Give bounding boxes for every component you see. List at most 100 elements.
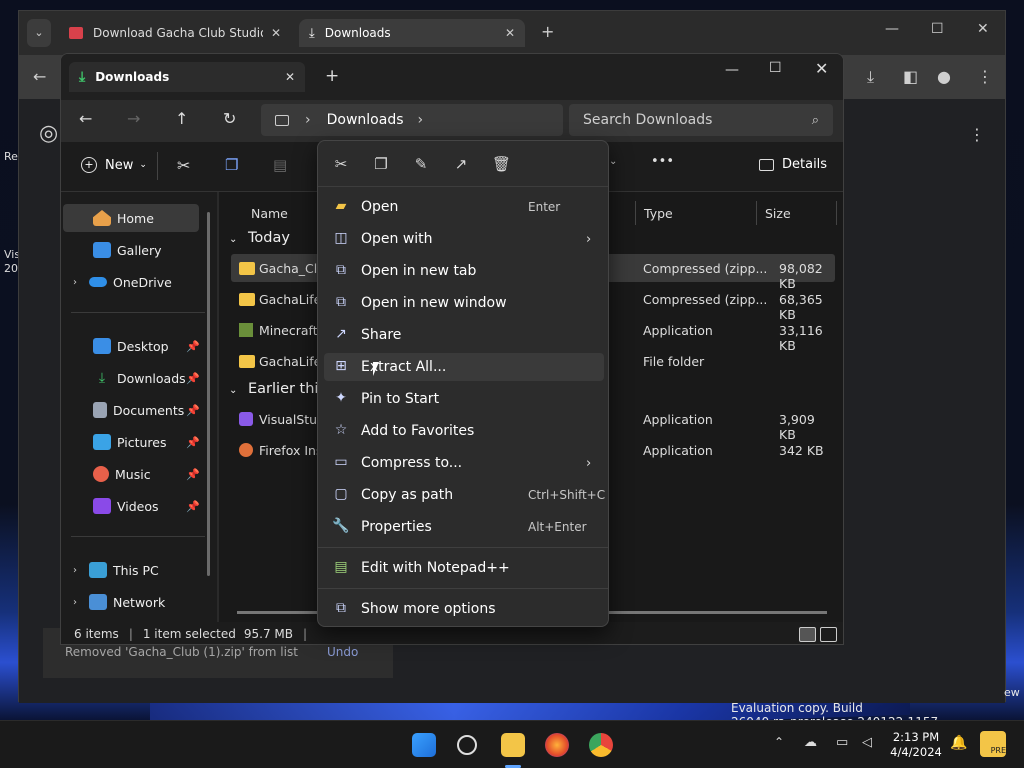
- pin-icon[interactable]: 📌: [186, 340, 200, 353]
- sidebar-item-videos[interactable]: Videos: [93, 492, 159, 520]
- sidebar-item-gallery[interactable]: Gallery: [93, 236, 162, 264]
- chevron-right-icon[interactable]: ›: [418, 112, 424, 128]
- up-icon[interactable]: ↑: [175, 109, 188, 128]
- group-today[interactable]: ⌄ Today: [229, 230, 290, 246]
- rename-icon[interactable]: ✎: [412, 155, 430, 173]
- sidebar-item-thispc[interactable]: › This PC: [73, 556, 159, 584]
- copy-icon[interactable]: ❐: [225, 156, 238, 174]
- cut-icon[interactable]: ✂: [177, 156, 190, 175]
- chevron-up-icon[interactable]: ⌃: [774, 735, 784, 749]
- refresh-icon[interactable]: ↻: [223, 109, 236, 128]
- pin-icon[interactable]: 📌: [186, 372, 200, 385]
- menu-item-edit-notepadpp[interactable]: ▤ Edit with Notepad++: [324, 554, 604, 582]
- chevron-down-icon: ⌄: [229, 234, 238, 245]
- maximize-icon[interactable]: ☐: [931, 21, 944, 37]
- forward-icon[interactable]: →: [127, 109, 140, 128]
- address-bar[interactable]: › Downloads ›: [261, 104, 563, 136]
- pane-divider[interactable]: [217, 192, 219, 622]
- minimize-icon[interactable]: —: [725, 62, 739, 78]
- sidebar-item-desktop[interactable]: Desktop: [93, 332, 169, 360]
- delete-icon[interactable]: 🗑: [492, 155, 511, 173]
- breadcrumb-downloads[interactable]: Downloads: [327, 112, 404, 128]
- chevron-right-icon[interactable]: ›: [73, 597, 77, 608]
- cloud-icon[interactable]: ☁: [804, 735, 817, 750]
- close-icon[interactable]: ✕: [505, 26, 515, 40]
- chevron-down-icon[interactable]: ⌄: [609, 156, 617, 167]
- menu-item-open[interactable]: ▰ Open Enter: [324, 193, 604, 221]
- sidebar-item-onedrive[interactable]: › OneDrive: [73, 268, 172, 296]
- firefox-icon[interactable]: [545, 733, 569, 757]
- chrome-tab-gacha[interactable]: Download Gacha Club Studio b ✕: [59, 19, 291, 47]
- chrome-icon[interactable]: [589, 733, 613, 757]
- close-window-icon[interactable]: ✕: [977, 21, 989, 37]
- notification-bell-icon[interactable]: 🔔: [950, 735, 967, 751]
- new-button[interactable]: + New ⌄: [81, 157, 147, 173]
- close-icon[interactable]: ✕: [271, 26, 281, 40]
- chevron-right-icon[interactable]: ›: [73, 565, 77, 576]
- menu-item-properties[interactable]: 🔧 Properties Alt+Enter: [324, 513, 604, 541]
- close-window-icon[interactable]: ✕: [815, 59, 828, 78]
- back-icon[interactable]: ←: [33, 67, 46, 86]
- volume-icon[interactable]: ◁: [862, 735, 872, 750]
- sidebar-item-downloads[interactable]: ⤓ Downloads: [93, 364, 186, 392]
- menu-item-pin-to-start[interactable]: ✦ Pin to Start: [324, 385, 604, 413]
- pin-icon[interactable]: 📌: [186, 468, 200, 481]
- new-tab-icon[interactable]: +: [541, 22, 554, 41]
- maximize-icon[interactable]: ☐: [769, 60, 782, 76]
- back-icon[interactable]: ←: [79, 109, 92, 128]
- side-panel-icon[interactable]: ◧: [903, 67, 918, 86]
- search-input[interactable]: Search Downloads ⌕: [569, 104, 833, 136]
- tab-search-button[interactable]: ⌄: [27, 19, 51, 47]
- menu-item-show-more-options[interactable]: ⧉ Show more options: [324, 595, 604, 623]
- extract-icon: ⊞: [335, 358, 347, 374]
- pin-icon[interactable]: 📌: [186, 404, 200, 417]
- menu-item-open-with[interactable]: ◫ Open with ›: [324, 225, 604, 253]
- network-icon[interactable]: ▭: [836, 735, 848, 750]
- sidebar-item-home[interactable]: Home: [93, 204, 154, 232]
- paste-icon[interactable]: ▤: [273, 156, 287, 174]
- sidebar-item-documents[interactable]: Documents: [93, 396, 184, 424]
- pin-icon[interactable]: 📌: [186, 436, 200, 449]
- status-separator: |: [303, 627, 308, 641]
- column-header-type[interactable]: Type: [635, 201, 757, 225]
- menu-item-copy-as-path[interactable]: ▢ Copy as path Ctrl+Shift+C: [324, 481, 605, 509]
- start-icon[interactable]: [412, 733, 436, 757]
- menu-item-open-new-window[interactable]: ⧉ Open in new window: [324, 289, 604, 317]
- sidebar-item-pictures[interactable]: Pictures: [93, 428, 167, 456]
- share-icon[interactable]: ↗: [452, 155, 470, 173]
- more-options-button[interactable]: •••: [651, 154, 674, 169]
- undo-button[interactable]: Undo: [327, 645, 358, 659]
- menu-item-open-new-tab[interactable]: ⧉ Open in new tab: [324, 257, 604, 285]
- downloads-icon[interactable]: ⤓: [867, 67, 874, 87]
- copy-icon[interactable]: ❐: [372, 155, 390, 173]
- chevron-right-icon[interactable]: ›: [73, 277, 77, 288]
- profile-icon[interactable]: ●: [937, 67, 951, 86]
- more-options-icon: ⧉: [336, 600, 346, 616]
- pin-icon[interactable]: 📌: [186, 500, 200, 513]
- search-icon[interactable]: [457, 735, 477, 755]
- chrome-tab-downloads[interactable]: ⤓ Downloads ✕: [299, 19, 525, 47]
- insider-badge-icon[interactable]: PRE: [980, 731, 1006, 757]
- details-view-button[interactable]: [799, 627, 816, 642]
- sidebar-scrollbar[interactable]: [207, 212, 210, 576]
- notification-message: Removed 'Gacha_Club (1).zip' from list: [65, 645, 298, 659]
- system-clock[interactable]: 2:13 PM 4/4/2024: [884, 730, 948, 760]
- menu-item-compress-to[interactable]: ▭ Compress to... ›: [324, 449, 604, 477]
- details-pane-button[interactable]: Details: [759, 157, 827, 172]
- menu-item-share[interactable]: ↗ Share: [324, 321, 604, 349]
- tiles-view-button[interactable]: [820, 627, 837, 642]
- explorer-tab-downloads[interactable]: ⤓ Downloads ✕: [69, 62, 305, 92]
- more-icon[interactable]: ⋮: [969, 125, 985, 144]
- sidebar-item-music[interactable]: Music: [93, 460, 151, 488]
- file-explorer-icon[interactable]: [501, 733, 525, 757]
- menu-item-add-to-favorites[interactable]: ☆ Add to Favorites: [324, 417, 604, 445]
- menu-icon[interactable]: ⋮: [977, 67, 993, 86]
- cut-icon[interactable]: ✂: [332, 155, 350, 173]
- column-header-size[interactable]: Size: [757, 201, 837, 225]
- sidebar-item-network[interactable]: › Network: [73, 588, 165, 616]
- new-tab-icon[interactable]: +: [325, 66, 339, 86]
- column-header-name[interactable]: Name: [243, 201, 323, 225]
- minimize-icon[interactable]: —: [885, 21, 899, 37]
- close-icon[interactable]: ✕: [285, 70, 295, 84]
- menu-item-extract-all[interactable]: ⊞ Extract All...: [324, 353, 604, 381]
